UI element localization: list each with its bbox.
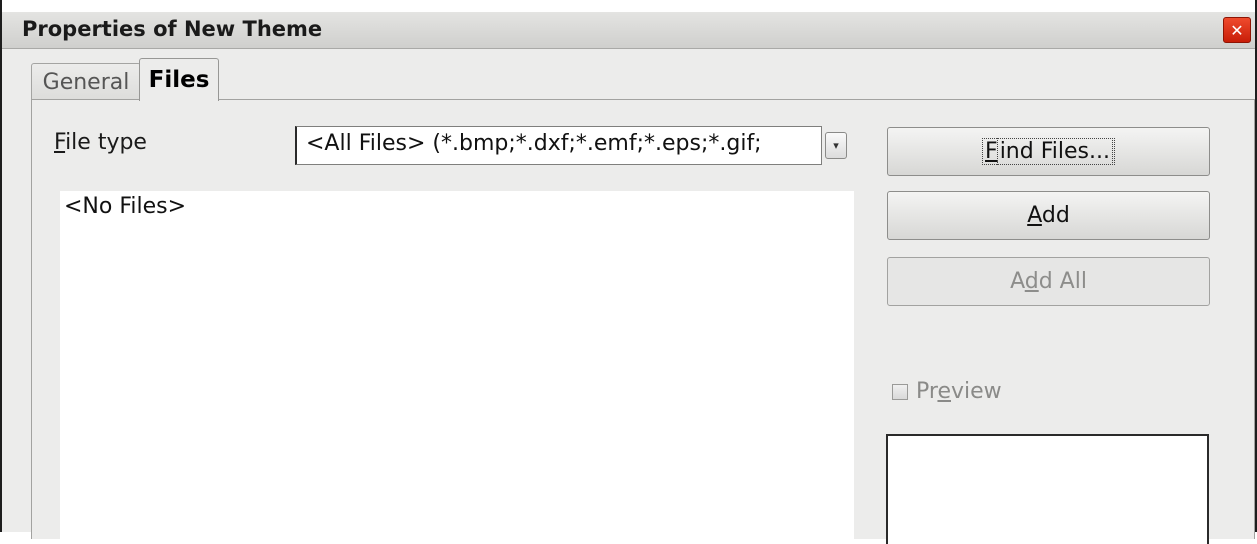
add-button[interactable]: Add <box>887 191 1210 240</box>
preview-area <box>886 434 1209 544</box>
title-bar[interactable]: Properties of New Theme ✕ <box>2 12 1255 49</box>
add-all-button[interactable]: Add All <box>887 257 1210 306</box>
file-type-dropdown-button[interactable]: ▾ <box>825 132 847 159</box>
add-label: Add <box>1027 203 1070 228</box>
chevron-down-icon: ▾ <box>833 139 839 152</box>
add-all-label: Add All <box>1010 269 1087 294</box>
add-all-label-prefix: A <box>1010 269 1025 294</box>
top-strip <box>2 0 1255 12</box>
add-label-rest: dd <box>1041 203 1070 228</box>
find-files-label-rest: ind Files... <box>996 138 1113 165</box>
file-list-empty-text: <No Files> <box>64 194 187 219</box>
file-type-mnemonic: F <box>54 130 66 155</box>
file-type-select[interactable]: <All Files> (*.bmp;*.dxf;*.emf;*.eps;*.g… <box>295 126 822 165</box>
preview-checkbox-row[interactable]: Preview <box>892 379 1002 404</box>
close-icon: ✕ <box>1230 20 1244 40</box>
preview-checkbox[interactable] <box>892 383 908 400</box>
add-mnemonic: A <box>1027 203 1042 228</box>
add-all-mnemonic: d <box>1024 269 1039 294</box>
file-type-label-rest: ile type <box>65 130 147 155</box>
find-files-mnemonic: F <box>985 139 998 164</box>
file-type-value: <All Files> (*.bmp;*.dxf;*.emf;*.eps;*.g… <box>306 131 762 156</box>
tab-files[interactable]: Files <box>139 58 219 101</box>
file-type-label: File type <box>54 130 147 155</box>
tab-general-label: General <box>42 70 130 95</box>
file-list[interactable]: <No Files> <box>60 191 854 541</box>
tab-general[interactable]: General <box>31 63 141 101</box>
find-files-button[interactable]: Find Files... <box>887 127 1210 176</box>
preview-label: Preview <box>916 379 1002 404</box>
close-button[interactable]: ✕ <box>1223 17 1251 43</box>
preview-mnemonic: e <box>937 379 951 404</box>
dialog-window: Properties of New Theme ✕ General Files … <box>0 0 1257 544</box>
preview-label-rest: view <box>951 379 1002 404</box>
tab-files-label: Files <box>148 67 210 93</box>
preview-label-prefix: Pr <box>916 379 938 404</box>
find-files-label: Find Files... <box>982 138 1115 165</box>
dialog-title: Properties of New Theme <box>22 17 323 41</box>
add-all-label-rest: d All <box>1038 269 1087 294</box>
